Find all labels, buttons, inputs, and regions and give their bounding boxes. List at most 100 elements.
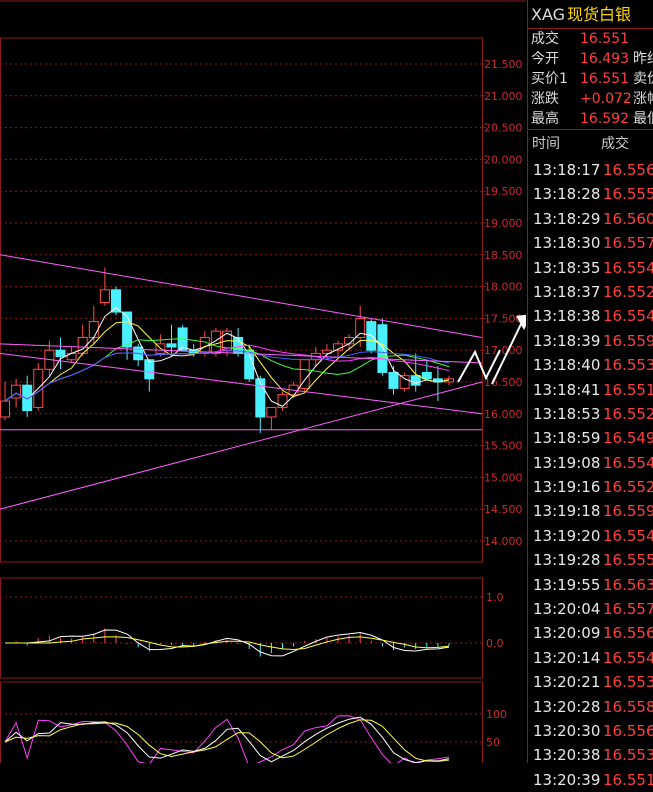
tick-price: 16.553 bbox=[603, 673, 653, 692]
tick-time: 13:18:53 bbox=[533, 404, 601, 423]
tick-row[interactable]: 13:19:28 16.555 bbox=[528, 548, 653, 572]
tick-price-header: 成交 bbox=[601, 136, 629, 152]
quote-value: 16.551 bbox=[580, 31, 629, 47]
tick-price: 16.552 bbox=[603, 282, 653, 301]
tick-price: 16.555 bbox=[603, 185, 653, 204]
tick-row[interactable]: 13:20:04 16.557 bbox=[528, 597, 653, 621]
quote-value: 16.592 bbox=[580, 111, 629, 127]
tick-price: 16.556 bbox=[603, 161, 653, 179]
tick-row[interactable]: 13:20:14 16.554 bbox=[528, 646, 653, 670]
kdj-panel-frame bbox=[0, 681, 483, 763]
price-axis-label: 21.500 bbox=[484, 58, 523, 71]
candle-up bbox=[88, 321, 99, 338]
tick-row[interactable]: 13:18:28 16.555 bbox=[528, 182, 653, 206]
kline-chart-area[interactable]: 21.500 21.000 20.500 20.000 19.500 19.000 18.5… bbox=[0, 0, 526, 763]
tick-row[interactable]: 13:19:16 16.552 bbox=[528, 475, 653, 499]
candle-up bbox=[266, 406, 277, 418]
tick-row[interactable]: 13:20:21 16.553 bbox=[528, 670, 653, 694]
tick-price: 16.549 bbox=[603, 429, 653, 448]
tick-row[interactable]: 13:18:59 16.549 bbox=[528, 426, 653, 450]
symbol-name: 现货白银 bbox=[567, 5, 632, 24]
tick-price: 16.556 bbox=[603, 624, 653, 643]
quote-label: 涨跌 bbox=[531, 91, 559, 107]
tick-row[interactable]: 13:18:40 16.553 bbox=[528, 353, 653, 377]
tick-time: 13:18:30 bbox=[533, 234, 601, 253]
price-axis-label: 18.000 bbox=[484, 281, 523, 294]
quote-row: 涨跌 +0.072涨幅 bbox=[528, 89, 653, 109]
tick-price: 16.551 bbox=[603, 380, 653, 399]
tick-time: 13:20:21 bbox=[533, 673, 601, 692]
tick-row[interactable]: 13:18:39 16.559 bbox=[528, 329, 653, 353]
tick-price: 16.559 bbox=[603, 331, 653, 350]
tick-time: 13:18:40 bbox=[533, 356, 601, 375]
trend-line bbox=[0, 254, 483, 338]
tick-row[interactable]: 13:18:37 16.552 bbox=[528, 280, 653, 304]
quote-row: 成交 16.551 bbox=[528, 29, 653, 49]
quote-label-2: 涨幅 bbox=[633, 91, 653, 107]
tick-table-header: 时间 成交 bbox=[528, 130, 653, 158]
tick-time: 13:18:35 bbox=[533, 258, 601, 277]
tick-price: 16.553 bbox=[603, 356, 653, 375]
price-axis-label: 14.000 bbox=[484, 535, 523, 548]
tick-row[interactable]: 13:18:41 16.551 bbox=[528, 378, 653, 402]
tick-row[interactable]: 13:18:30 16.557 bbox=[528, 231, 653, 255]
macd-axis-label: 0.0 bbox=[486, 637, 504, 650]
candle-down bbox=[111, 289, 121, 313]
quote-panel: XAG现货白银 成交16.551今开16.493昨结买价116.551卖价涨跌+… bbox=[527, 0, 653, 789]
tick-row[interactable]: 13:20:38 16.553 bbox=[528, 743, 653, 767]
tick-time: 13:18:41 bbox=[533, 380, 601, 399]
tick-row[interactable]: 13:20:39 16.551 bbox=[528, 768, 653, 792]
tick-row[interactable]: 13:18:17 16.556 bbox=[528, 158, 653, 182]
symbol-code: XAG bbox=[531, 5, 566, 24]
kdj-axis-label: 50 bbox=[486, 736, 500, 749]
tick-row[interactable]: 13:18:38 16.554 bbox=[528, 304, 653, 328]
price-axis-label: 16.000 bbox=[484, 408, 523, 421]
quote-label-2: 最低 bbox=[633, 111, 653, 127]
price-axis-label: 14.500 bbox=[484, 503, 523, 516]
tick-time: 13:18:38 bbox=[533, 307, 601, 326]
quote-label: 成交 bbox=[531, 31, 559, 47]
tick-row[interactable]: 13:20:30 16.556 bbox=[528, 719, 653, 743]
quote-label: 最高 bbox=[531, 111, 559, 127]
candle-up bbox=[399, 375, 410, 389]
candlestick-chart[interactable]: 21.500 21.000 20.500 20.000 19.500 19.000 18.5… bbox=[0, 0, 526, 763]
symbol-header: XAG 现货白银 bbox=[528, 0, 653, 28]
candle-down bbox=[388, 371, 399, 389]
tick-row[interactable]: 13:19:20 16.554 bbox=[528, 524, 653, 548]
tick-row[interactable]: 13:20:28 16.558 bbox=[528, 695, 653, 719]
tick-row[interactable]: 13:20:09 16.556 bbox=[528, 621, 653, 645]
tick-price: 16.554 bbox=[603, 453, 653, 472]
tick-row[interactable]: 13:19:18 16.559 bbox=[528, 499, 653, 523]
quote-value: 16.551 bbox=[580, 71, 629, 87]
price-axis-label: 19.000 bbox=[484, 217, 523, 230]
tick-row[interactable]: 13:19:08 16.554 bbox=[528, 451, 653, 475]
kdj-axis-label: 100 bbox=[486, 708, 507, 721]
tick-row[interactable]: 13:19:55 16.563 bbox=[528, 573, 653, 597]
price-axis-label: 21.000 bbox=[484, 90, 523, 103]
tick-time: 13:18:39 bbox=[533, 331, 601, 350]
quote-row: 今开 16.493昨结 bbox=[528, 49, 653, 69]
tick-time: 13:20:28 bbox=[533, 697, 601, 716]
tick-row[interactable]: 13:18:53 16.552 bbox=[528, 402, 653, 426]
trend-line bbox=[0, 381, 483, 510]
tick-row[interactable]: 13:18:35 16.554 bbox=[528, 256, 653, 280]
tick-price: 16.551 bbox=[603, 770, 653, 789]
candle-down bbox=[55, 349, 66, 358]
tick-price: 16.552 bbox=[603, 404, 653, 423]
quote-value: +0.072 bbox=[580, 91, 632, 107]
candle-up bbox=[277, 394, 288, 408]
tick-list[interactable]: 13:18:17 16.556 13:18:28 16.555 13:18:29 16.5… bbox=[528, 158, 653, 792]
price-axis-label: 16.500 bbox=[484, 376, 523, 389]
price-axis-label: 20.000 bbox=[484, 153, 523, 166]
tick-time: 13:18:17 bbox=[533, 161, 601, 179]
tick-price: 16.554 bbox=[603, 526, 653, 545]
tick-price: 16.555 bbox=[603, 551, 653, 570]
candle-down bbox=[166, 343, 177, 348]
candle-up bbox=[0, 400, 10, 418]
candle-down bbox=[144, 359, 155, 380]
tick-time: 13:20:14 bbox=[533, 648, 601, 667]
tick-row[interactable]: 13:18:29 16.560 bbox=[528, 207, 653, 231]
tick-price: 16.554 bbox=[603, 307, 653, 326]
quote-label-2: 昨结 bbox=[633, 51, 653, 67]
candle-up bbox=[99, 289, 110, 303]
